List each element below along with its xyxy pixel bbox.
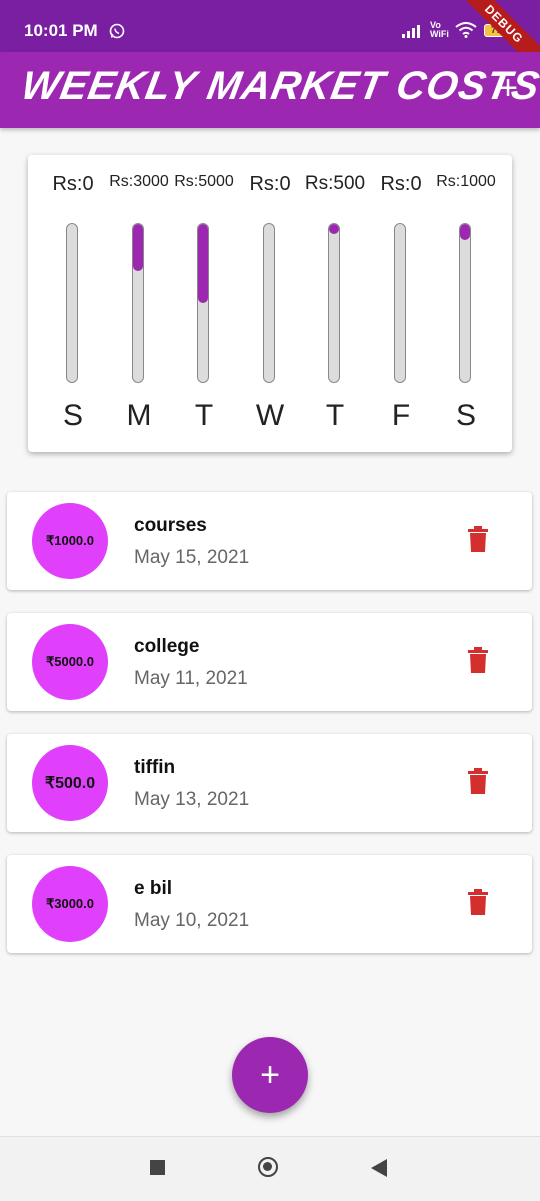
transaction-title: college [134,636,200,657]
chart-bar-wednesday: Rs:0 W [237,155,303,452]
signal-icon [402,25,420,38]
chart-bar-thursday: Rs:500 T [302,155,368,452]
transaction-card: ₹5000.0 college May 11, 2021 [7,613,532,711]
chart-day-label: T [194,399,214,432]
amount-avatar: ₹3000.0 [32,866,108,942]
chart-bar-track [132,223,144,383]
system-nav-bar [0,1136,540,1201]
chart-day-label: M [126,399,152,432]
transaction-title: tiffin [134,757,176,778]
amount-avatar: ₹500.0 [32,745,108,821]
delete-icon[interactable] [467,526,489,552]
status-bar: 10:01 PM Vo WiFi 77 [0,0,540,52]
amount-avatar: ₹1000.0 [32,503,108,579]
chart-bar-saturday: Rs:1000 S [433,155,499,452]
vowifi-label: Vo WiFi [430,20,449,39]
page-title: WEEKLY MARKET COSTS [18,64,540,108]
plus-icon: + [260,1056,280,1094]
transaction-card: ₹500.0 tiffin May 13, 2021 [7,734,532,832]
plus-icon: + [498,69,518,107]
chart-bar-track [459,223,471,383]
transaction-title: courses [134,515,207,536]
app-bar: WEEKLY MARKET COSTS + [0,52,540,128]
chart-bar-friday: Rs:0 F [368,155,434,452]
add-transaction-fab[interactable]: + [232,1037,308,1113]
home-icon[interactable] [258,1157,278,1177]
transaction-date: May 10, 2021 [134,910,250,931]
chart-bar-monday: Rs:3000 M [106,155,172,452]
amount-avatar: ₹5000.0 [32,624,108,700]
chart-day-label: T [325,399,345,432]
chart-bar-track [394,223,406,383]
add-transaction-button[interactable]: + [490,66,526,110]
weekly-chart-card: Rs:0 S Rs:3000 M Rs:5000 T Rs:0 W Rs:500… [28,155,512,452]
chart-amount-label: Rs:1000 [436,173,496,190]
chart-bar-sunday: Rs:0 S [40,155,106,452]
chart-bar-track [263,223,275,383]
chart-bar-tuesday: Rs:5000 T [171,155,237,452]
chart-bar-track [66,223,78,383]
transaction-date: May 11, 2021 [134,668,248,689]
delete-icon[interactable] [467,768,489,794]
chart-bar-fill [198,224,208,303]
back-icon[interactable] [371,1159,387,1177]
chart-day-label: S [455,399,476,432]
delete-icon[interactable] [467,889,489,915]
chart-day-label: F [391,399,411,432]
status-time: 10:01 PM [24,21,98,40]
transaction-date: May 13, 2021 [134,789,250,810]
transaction-card: ₹1000.0 courses May 15, 2021 [7,492,532,590]
chart-bar-fill [329,224,339,234]
transaction-title: e bil [134,878,173,899]
chart-day-label: W [255,399,285,432]
delete-icon[interactable] [467,647,489,673]
chart-bar-fill [460,224,470,240]
transaction-date: May 15, 2021 [134,547,250,568]
chart-bar-fill [133,224,143,272]
whatsapp-icon [109,23,125,39]
transaction-card: ₹3000.0 e bil May 10, 2021 [7,855,532,953]
chart-day-label: S [62,399,83,432]
recents-icon[interactable] [150,1160,165,1175]
chart-bar-track [328,223,340,383]
chart-bar-track [197,223,209,383]
